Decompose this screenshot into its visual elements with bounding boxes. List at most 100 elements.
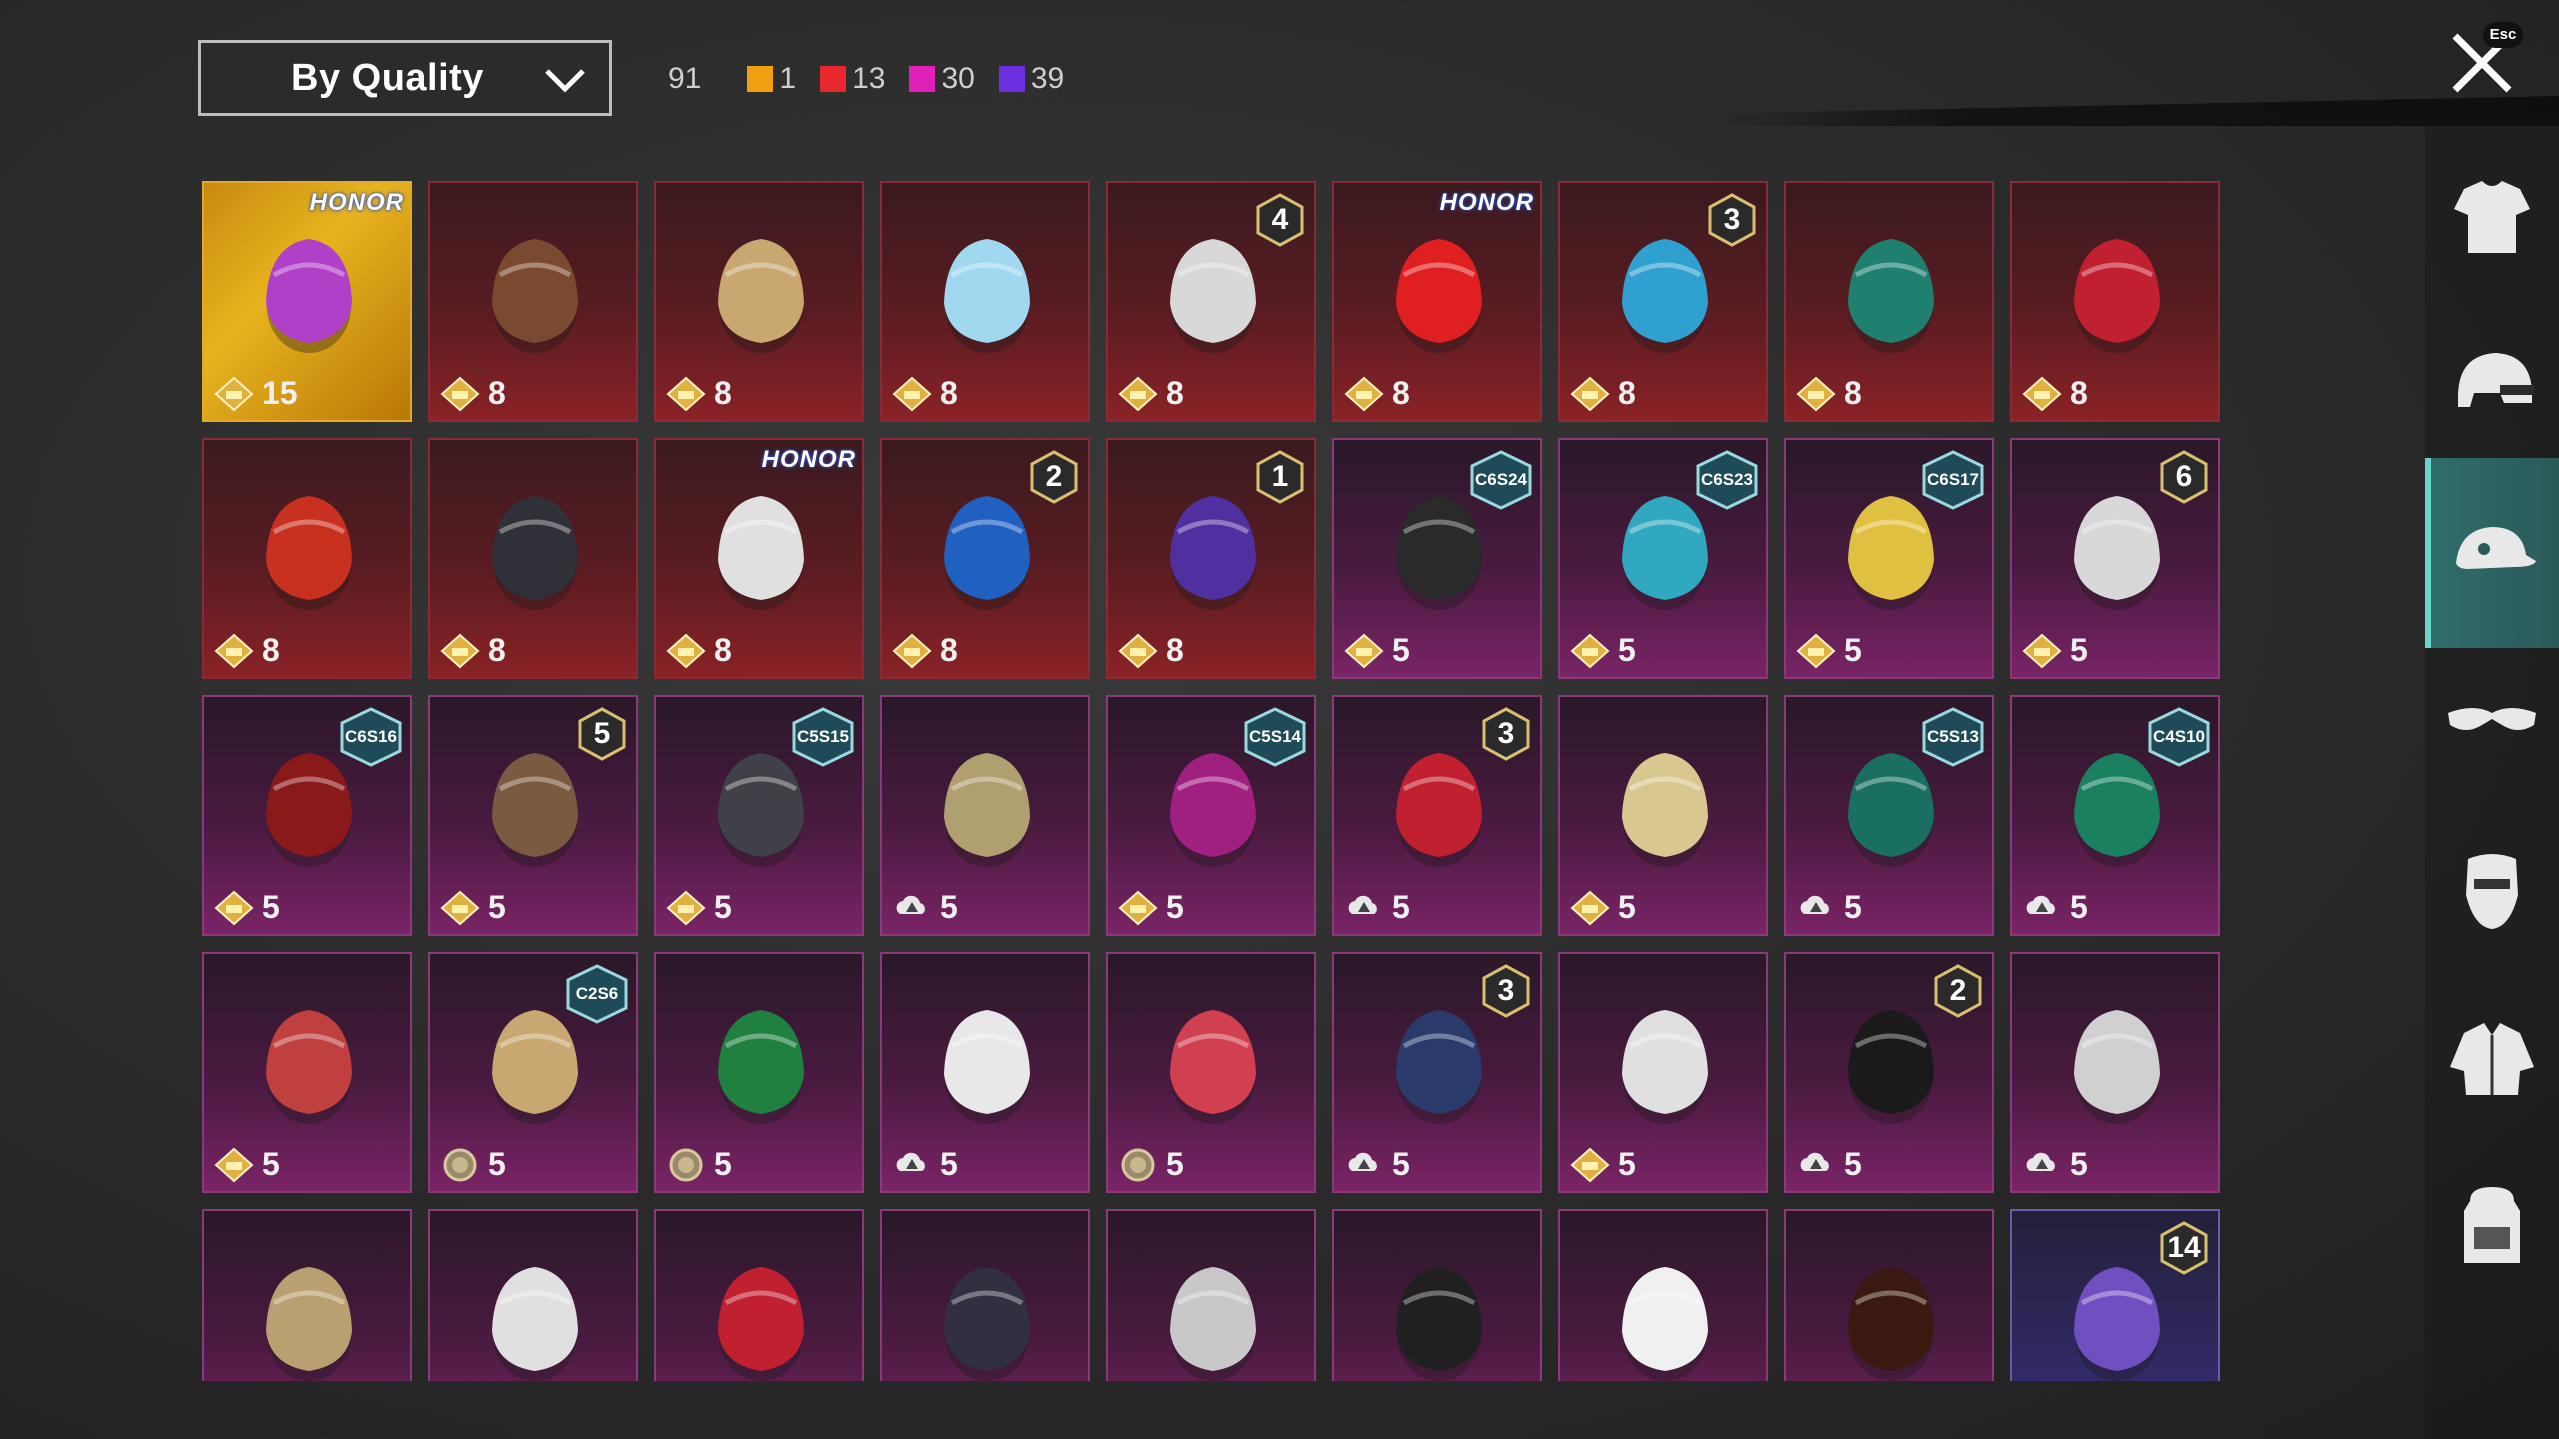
helmet-icon	[2458, 353, 2534, 407]
item-tile[interactable]: 8	[880, 181, 1090, 422]
item-tile[interactable]: C6S24 5	[1332, 438, 1542, 679]
item-tile[interactable]: C2S6 5	[428, 952, 638, 1193]
item-tile[interactable]: C6S16 5	[202, 695, 412, 936]
item-grid[interactable]: HONOR 15 8 8 8 4 8 HONOR 8 3 8 8 8 8 8 HONOR 8 2 8 1 8 C6S24 5…	[202, 181, 2222, 1381]
item-image	[492, 1267, 578, 1381]
level-badge: 3	[1708, 193, 1756, 247]
item-image	[1622, 1010, 1708, 1124]
item-tile[interactable]: 18	[1106, 438, 1316, 679]
item-value-number: 15	[262, 375, 298, 411]
item-tile[interactable]: 5	[2010, 952, 2220, 1193]
item-image	[1848, 239, 1934, 353]
item-tile[interactable]: 8	[202, 438, 412, 679]
item-tile[interactable]	[654, 1209, 864, 1381]
item-tile[interactable]: C5S14 5	[1106, 695, 1316, 936]
item-value-number: 8	[2070, 375, 2088, 411]
item-value: 5	[892, 889, 958, 926]
mask-icon	[2466, 854, 2518, 929]
sidebar-item-glasses[interactable]	[2425, 626, 2559, 816]
item-value: 5	[1570, 889, 1636, 926]
item-value-number: 5	[1618, 1146, 1636, 1182]
item-tile[interactable]: C6S17 5	[1784, 438, 1994, 679]
item-tile[interactable]: 38	[1558, 181, 1768, 422]
item-tile[interactable]: 35	[1332, 952, 1542, 1193]
sidebar-item-backpack[interactable]	[2425, 1130, 2559, 1320]
item-value-number: 5	[1844, 889, 1862, 925]
item-tile[interactable]	[428, 1209, 638, 1381]
level-badge-text: 14	[2167, 1231, 2201, 1264]
item-tile[interactable]: 5	[1558, 695, 1768, 936]
item-tile[interactable]: 5	[880, 695, 1090, 936]
item-value-number: 5	[714, 1146, 732, 1182]
item-tile[interactable]: HONOR 8	[654, 438, 864, 679]
season-badge: C6S24	[1470, 450, 1532, 510]
item-value: 5	[214, 1146, 280, 1183]
item-tile[interactable]: C6S23 5	[1558, 438, 1768, 679]
item-tile[interactable]	[202, 1209, 412, 1381]
item-tile[interactable]: 8	[428, 181, 638, 422]
sidebar-item-helmet[interactable]	[2425, 290, 2559, 480]
item-tile[interactable]: 8	[428, 438, 638, 679]
item-image	[944, 1010, 1030, 1124]
season-badge-text: C6S16	[345, 727, 397, 746]
item-image	[1622, 1267, 1708, 1381]
item-tile[interactable]: 8	[1784, 181, 1994, 422]
item-tile[interactable]: 14	[2010, 1209, 2220, 1381]
item-value: 5	[1570, 1146, 1636, 1183]
season-badge: C6S16	[340, 707, 402, 767]
premium-coin-icon	[214, 633, 254, 668]
silver-coin-icon	[443, 1148, 477, 1181]
item-tile[interactable]: C5S13 5	[1784, 695, 1994, 936]
season-badge: C5S15	[792, 707, 854, 767]
item-tile[interactable]	[1332, 1209, 1542, 1381]
item-tile[interactable]: C5S15 5	[654, 695, 864, 936]
level-badge-text: 2	[1045, 460, 1063, 493]
item-tile[interactable]: 8	[2010, 181, 2220, 422]
item-tile[interactable]: HONOR 8	[1332, 181, 1542, 422]
quality-swatch	[998, 66, 1025, 92]
season-badge-text: C2S6	[575, 984, 619, 1003]
cap-icon	[2456, 527, 2536, 569]
item-value-number: 5	[1392, 889, 1410, 925]
cloud-currency-icon	[896, 1152, 925, 1171]
item-tile[interactable]	[1106, 1209, 1316, 1381]
item-tile[interactable]: 28	[880, 438, 1090, 679]
sidebar-item-hat[interactable]	[2425, 458, 2559, 648]
item-tile[interactable]: 5	[654, 952, 864, 1193]
item-tile[interactable]: 48	[1106, 181, 1316, 422]
item-tile[interactable]	[880, 1209, 1090, 1381]
premium-coin-icon	[1118, 633, 1158, 668]
level-badge: 3	[1482, 707, 1530, 761]
item-value: 8	[1796, 375, 1862, 412]
season-badge-text: C6S24	[1475, 470, 1527, 489]
item-tile[interactable]: 35	[1332, 695, 1542, 936]
item-tile[interactable]	[1558, 1209, 1768, 1381]
item-value-number: 8	[714, 375, 732, 411]
esc-hint: Esc	[2483, 22, 2523, 48]
level-badge: 4	[1256, 193, 1304, 247]
item-tile[interactable]: 8	[654, 181, 864, 422]
item-value-number: 5	[1844, 632, 1862, 668]
item-tile[interactable]: 25	[1784, 952, 1994, 1193]
item-image	[266, 1010, 352, 1124]
sidebar-item-mask[interactable]	[2425, 794, 2559, 984]
sidebar-item-outfit[interactable]	[2425, 122, 2559, 312]
item-tile[interactable]: 5	[1558, 952, 1768, 1193]
premium-coin-icon	[214, 376, 254, 411]
item-value-number: 5	[940, 1146, 958, 1182]
item-tile[interactable]	[1784, 1209, 1994, 1381]
item-tile[interactable]: 55	[428, 695, 638, 936]
item-tile[interactable]: 5	[202, 952, 412, 1193]
item-image	[718, 1010, 804, 1124]
sort-dropdown[interactable]: By Quality	[198, 40, 612, 116]
item-value: 5	[214, 889, 280, 926]
cloud-currency-icon	[1800, 1152, 1829, 1171]
item-value-number: 5	[488, 889, 506, 925]
item-tile[interactable]: 5	[1106, 952, 1316, 1193]
item-tile[interactable]: HONOR 15	[202, 181, 412, 422]
item-tile[interactable]: C4S10 5	[2010, 695, 2220, 936]
item-value-number: 8	[1844, 375, 1862, 411]
sidebar-item-jacket[interactable]	[2425, 962, 2559, 1152]
item-tile[interactable]: 65	[2010, 438, 2220, 679]
item-tile[interactable]: 5	[880, 952, 1090, 1193]
